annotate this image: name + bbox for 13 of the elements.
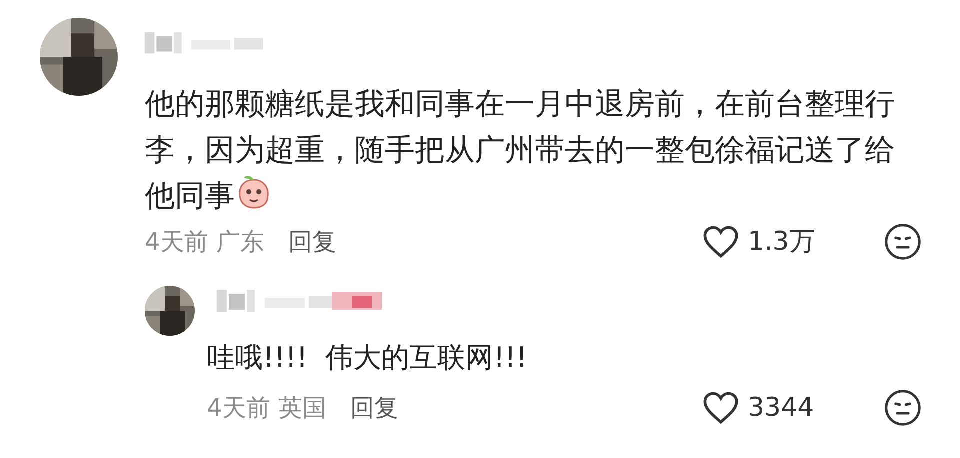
reply-text: 哇哦!!!! 伟大的互联网!!! [207, 340, 528, 376]
like-count: 1.3万 [748, 226, 816, 258]
like-count: 3344 [748, 392, 816, 424]
comment-time: 4天前 [207, 393, 270, 424]
avatar [145, 286, 195, 336]
comment-location: 英国 [278, 393, 326, 424]
comment-location: 广东 [216, 227, 264, 258]
reply-button[interactable]: 回复 [350, 390, 398, 426]
comment-text: 他的那颗糖纸是我和同事在一月中退房前，在前台整理行李，因为超重，随手把从广州带去的一整包徐福记送了给他同事 [145, 86, 896, 216]
reply-button[interactable]: 回复 [288, 224, 336, 260]
comment-time: 4天前 [145, 227, 208, 258]
neutral-face-icon[interactable] [884, 223, 922, 261]
neutral-face-icon[interactable] [884, 389, 922, 427]
